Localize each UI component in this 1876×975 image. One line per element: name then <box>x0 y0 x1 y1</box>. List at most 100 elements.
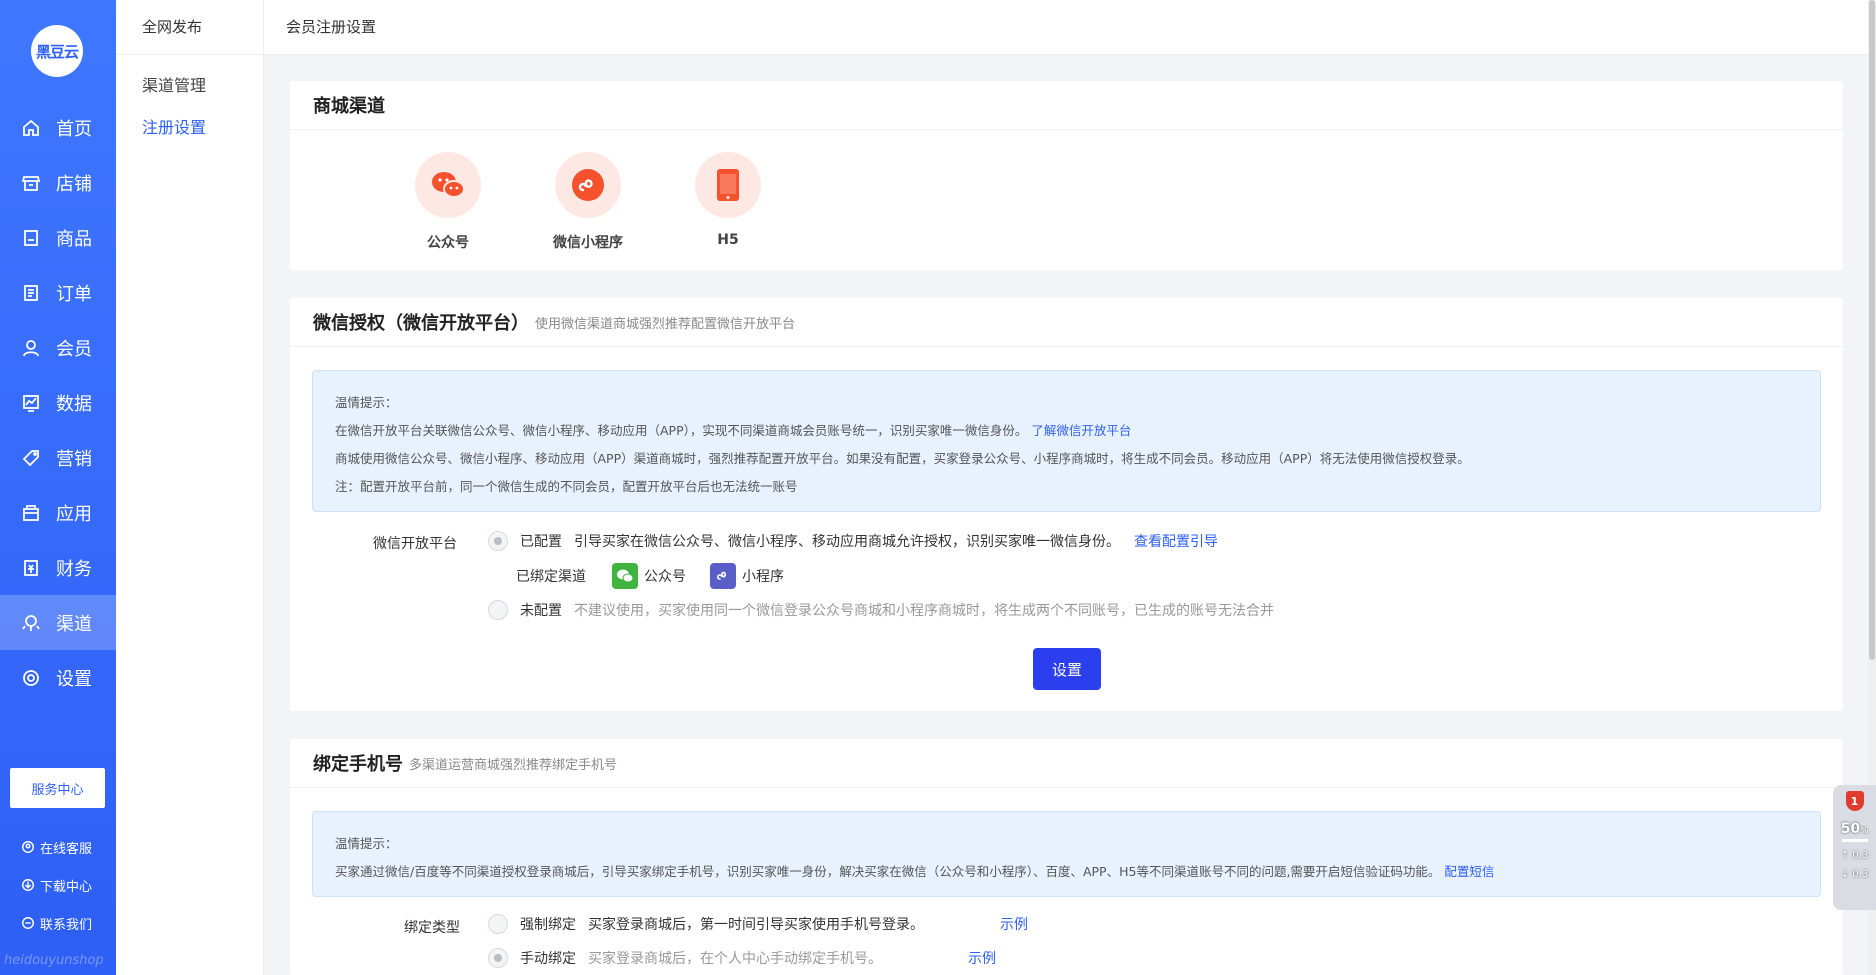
secondary-sidebar: 全网发布 渠道管理 注册设置 <box>116 0 264 975</box>
settings-button[interactable]: 设置 <box>1033 648 1101 690</box>
option-desc: 买家登录商城后，第一时间引导买家使用手机号登录。 <box>588 917 924 933</box>
view-config-guide-link[interactable]: 查看配置引导 <box>1134 531 1218 551</box>
wechat-icon <box>612 563 638 589</box>
percent-number: 50 <box>1840 821 1861 837</box>
nav-item-label: 应用 <box>56 503 92 525</box>
main-nav: 首页 店铺 商品 订单 会员 数据 营销 应用 财务 渠道 设置 <box>0 100 116 705</box>
tip-line: 注：配置开放平台前，同一个微信生成的不同会员，配置开放平台后也无法统一账号 <box>335 479 798 494</box>
radio-configured[interactable] <box>488 531 508 551</box>
radio-not-configured[interactable] <box>488 600 508 620</box>
card-title: 绑定手机号 <box>313 754 403 775</box>
nav-item-channel[interactable]: 渠道 <box>0 595 116 650</box>
bound-channel-label: 公众号 <box>644 569 686 585</box>
field-label-bind-type: 绑定类型 <box>404 917 460 937</box>
tip-box: 温情提示： 买家通过微信/百度等不同渠道授权登录商城后，引导买家绑定手机号，识别… <box>312 811 1821 897</box>
tag-icon <box>20 447 42 469</box>
nav-item-app[interactable]: 应用 <box>0 485 116 540</box>
nav-item-label: 营销 <box>56 448 92 470</box>
page-title: 会员注册设置 <box>264 0 1876 55</box>
contact-icon <box>20 915 36 931</box>
channel-miniprogram[interactable]: 微信小程序 <box>518 152 658 252</box>
primary-sidebar: 黑豆云 首页 店铺 商品 订单 会员 数据 营销 应用 财务 渠道 设置 服务中… <box>0 0 116 975</box>
data-icon <box>20 392 42 414</box>
side-link-label: 在线客服 <box>40 841 93 857</box>
download-speed: ↓ 0.3 <box>1840 869 1869 880</box>
tip-box: 温情提示： 在微信开放平台关联微信公众号、微信小程序、移动应用（APP），实现不… <box>312 370 1821 512</box>
radio-force-bind[interactable] <box>488 914 508 934</box>
tip-title: 温情提示： <box>335 395 398 410</box>
nav-item-settings[interactable]: 设置 <box>0 650 116 705</box>
floating-speed-widget[interactable]: 1 50% ↑ 0.3 ↓ 0.3 <box>1833 785 1876 910</box>
radio-manual-bind[interactable] <box>488 948 508 968</box>
option-configured[interactable]: 已配置 引导买家在微信公众号、微信小程序、移动应用商城允许授权，识别买家唯一微信… <box>488 531 1218 551</box>
download-center-link[interactable]: 下载中心 <box>20 866 92 904</box>
member-icon <box>20 337 42 359</box>
download-icon <box>20 877 36 893</box>
finance-icon <box>20 557 42 579</box>
upload-speed: ↑ 0.3 <box>1840 850 1869 861</box>
nav-item-store[interactable]: 店铺 <box>0 155 116 210</box>
configure-sms-link[interactable]: 配置短信 <box>1444 864 1494 879</box>
logo[interactable]: 黑豆云 <box>31 25 83 77</box>
option-manual-bind[interactable]: 手动绑定 买家登录商城后，在个人中心手动绑定手机号。 示例 <box>488 948 996 968</box>
card-subtitle: 使用微信渠道商城强烈推荐配置微信开放平台 <box>535 316 796 332</box>
upload-value: 0.3 <box>1852 850 1869 861</box>
nav-item-label: 财务 <box>56 558 92 580</box>
bind-phone-card: 绑定手机号 多渠道运营商城强烈推荐绑定手机号 温情提示： 买家通过微信/百度等不… <box>290 739 1843 975</box>
service-center-button[interactable]: 服务中心 <box>10 768 105 808</box>
download-value: 0.3 <box>1852 869 1869 880</box>
example-link[interactable]: 示例 <box>968 948 996 968</box>
tip-line: 在微信开放平台关联微信公众号、微信小程序、移动应用（APP），实现不同渠道商城会… <box>335 417 1798 445</box>
channel-label: 公众号 <box>427 235 469 251</box>
app-icon <box>20 502 42 524</box>
percent-value: 50% <box>1840 821 1869 837</box>
subnav-item-channel-manage[interactable]: 渠道管理 <box>116 65 263 107</box>
usage-bar <box>1841 839 1868 842</box>
card-header: 绑定手机号 多渠道运营商城强烈推荐绑定手机号 <box>290 739 1843 788</box>
option-desc: 引导买家在微信公众号、微信小程序、移动应用商城允许授权，识别买家唯一微信身份。 <box>574 534 1120 550</box>
tip-line: 买家通过微信/百度等不同渠道授权登录商城后，引导买家绑定手机号，识别买家唯一身份… <box>335 858 1798 886</box>
learn-open-platform-link[interactable]: 了解微信开放平台 <box>1031 423 1131 438</box>
bound-label: 已绑定渠道 <box>516 569 586 585</box>
nav-item-label: 商品 <box>56 228 92 250</box>
nav-item-label: 数据 <box>56 393 92 415</box>
miniprogram-icon <box>555 152 621 218</box>
channel-h5[interactable]: H5 <box>658 152 798 252</box>
nav-item-data[interactable]: 数据 <box>0 375 116 430</box>
card-header: 商城渠道 <box>290 81 1843 130</box>
card-header: 微信授权（微信开放平台） 使用微信渠道商城强烈推荐配置微信开放平台 <box>290 298 1843 347</box>
side-link-label: 下载中心 <box>40 879 93 895</box>
subnav-head: 全网发布 <box>116 0 263 55</box>
nav-item-label: 店铺 <box>56 173 92 195</box>
nav-item-goods[interactable]: 商品 <box>0 210 116 265</box>
subnav-item-register-settings[interactable]: 注册设置 <box>116 107 263 149</box>
nav-item-label: 订单 <box>56 283 92 305</box>
shield-icon: 1 <box>1845 791 1864 811</box>
avatar-icon <box>20 839 36 855</box>
card-subtitle: 多渠道运营商城强烈推荐绑定手机号 <box>409 757 618 773</box>
channel-label: H5 <box>717 232 739 248</box>
option-label: 强制绑定 <box>520 917 576 933</box>
side-link-label: 联系我们 <box>40 917 93 933</box>
option-not-configured[interactable]: 未配置 不建议使用，买家使用同一个微信登录公众号商城和小程序商城时，将生成两个不… <box>488 600 1274 620</box>
channel-wechat-official[interactable]: 公众号 <box>378 152 518 252</box>
contact-us-link[interactable]: 联系我们 <box>20 904 92 942</box>
scrollbar-thumb[interactable] <box>1869 0 1875 660</box>
nav-item-label: 设置 <box>56 668 92 690</box>
store-icon <box>20 172 42 194</box>
field-label: 微信开放平台 <box>373 536 457 552</box>
nav-item-finance[interactable]: 财务 <box>0 540 116 595</box>
option-desc: 不建议使用，买家使用同一个微信登录公众号商城和小程序商城时，将生成两个不同账号，… <box>574 603 1274 619</box>
nav-item-marketing[interactable]: 营销 <box>0 430 116 485</box>
nav-item-label: 会员 <box>56 338 92 360</box>
tip-text: 在微信开放平台关联微信公众号、微信小程序、移动应用（APP），实现不同渠道商城会… <box>335 423 1028 438</box>
bound-channel-label: 小程序 <box>742 569 784 585</box>
online-service-link[interactable]: 在线客服 <box>20 828 92 866</box>
nav-item-order[interactable]: 订单 <box>0 265 116 320</box>
nav-item-home[interactable]: 首页 <box>0 100 116 155</box>
example-link[interactable]: 示例 <box>1000 914 1028 934</box>
nav-item-member[interactable]: 会员 <box>0 320 116 375</box>
option-desc: 买家登录商城后，在个人中心手动绑定手机号。 <box>588 951 882 967</box>
option-force-bind[interactable]: 强制绑定 买家登录商城后，第一时间引导买家使用手机号登录。 示例 <box>488 914 1028 934</box>
mobile-icon <box>695 152 761 218</box>
